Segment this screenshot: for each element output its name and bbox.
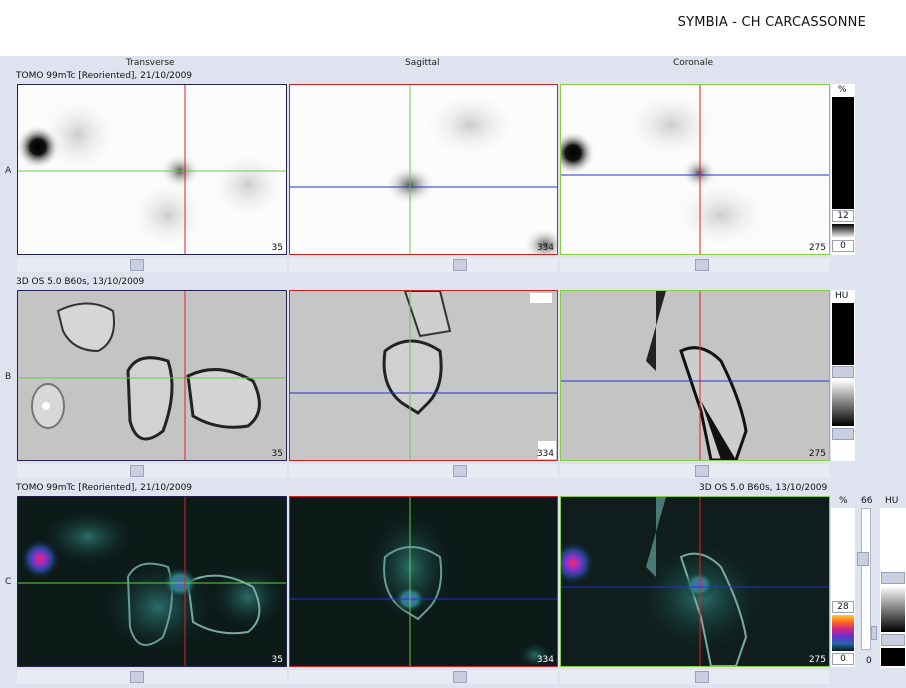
slice-number: 275 <box>808 243 826 253</box>
column-label-sagittal: Sagittal <box>405 58 440 68</box>
scale-gradient <box>832 615 854 651</box>
scale-unit-label: HU <box>835 291 849 301</box>
viewport-b-coronale[interactable]: 275 <box>560 290 830 461</box>
scale-unit-label-hu: HU <box>885 496 899 506</box>
viewport-a-coronale[interactable]: 275 <box>560 84 830 255</box>
gray-scale-b[interactable]: HU <box>831 290 855 461</box>
scale-gradient <box>832 224 854 238</box>
blend-value-label: 66 <box>861 496 873 506</box>
viewport-c-coronale[interactable]: 275 <box>560 496 830 667</box>
slice-slider-b-coronale[interactable] <box>560 464 830 478</box>
scale-bar-top <box>881 510 905 570</box>
viewport-b-transverse[interactable]: 35 <box>17 290 287 461</box>
scale-unit-label: % <box>838 85 847 95</box>
scale-min-value[interactable]: 0 <box>832 653 854 665</box>
slider-thumb[interactable] <box>695 465 709 477</box>
blend-thumb-secondary[interactable] <box>871 626 877 640</box>
window-handle-bottom[interactable] <box>881 634 905 646</box>
header-bar: SYMBIA - CH CARCASSONNE <box>0 0 906 56</box>
scale-bar <box>832 509 854 599</box>
viewport-a-transverse[interactable]: 35 <box>17 84 287 255</box>
viewport-c-sagittal[interactable]: 334 <box>289 496 558 667</box>
slider-thumb[interactable] <box>453 671 467 683</box>
slice-number: 334 <box>536 449 554 459</box>
row-letter-a: A <box>5 166 12 176</box>
slider-thumb[interactable] <box>453 465 467 477</box>
slice-number: 35 <box>271 655 283 665</box>
slice-number: 35 <box>271 243 283 253</box>
slider-thumb[interactable] <box>453 259 467 271</box>
window-handle-top[interactable] <box>881 572 905 584</box>
scale-min-value[interactable]: 0 <box>832 240 854 252</box>
column-label-transverse: Transverse <box>126 58 175 68</box>
scale-bar-bottom <box>881 648 905 666</box>
scale-gradient <box>881 586 905 632</box>
blend-min-label: 0 <box>866 656 872 666</box>
slice-number: 275 <box>808 655 826 665</box>
scale-bar <box>832 97 854 209</box>
color-scale-c[interactable]: 28 0 <box>831 508 855 667</box>
window-handle-bottom[interactable] <box>832 428 854 440</box>
slider-thumb[interactable] <box>130 465 144 477</box>
blend-track <box>861 508 871 650</box>
row-letter-c: C <box>5 577 12 587</box>
slider-thumb[interactable] <box>130 671 144 683</box>
row-c-series-info-right: 3D OS 5.0 B60s, 13/10/2009 <box>699 483 828 493</box>
slice-slider-b-sagittal[interactable] <box>289 464 558 478</box>
slice-number: 35 <box>271 449 283 459</box>
slice-number: 334 <box>536 243 554 253</box>
scale-bar-top <box>832 303 854 365</box>
scale-gradient <box>832 380 854 426</box>
slice-slider-c-sagittal[interactable] <box>289 670 558 684</box>
slice-slider-c-transverse[interactable] <box>17 670 287 684</box>
slice-slider-a-coronale[interactable] <box>560 258 830 272</box>
viewport-a-sagittal[interactable]: 334 <box>289 84 558 255</box>
row-b-series-info: 3D OS 5.0 B60s, 13/10/2009 <box>16 277 145 287</box>
slice-number: 275 <box>808 449 826 459</box>
column-label-coronale: Coronale <box>673 58 714 68</box>
row-a-series-info: TOMO 99mTc [Reoriented], 21/10/2009 <box>16 71 193 81</box>
slice-slider-c-coronale[interactable] <box>560 670 830 684</box>
gray-scale-c[interactable] <box>880 508 906 668</box>
row-letter-b: B <box>5 372 12 382</box>
slider-thumb[interactable] <box>130 259 144 271</box>
window-handle-top[interactable] <box>832 366 854 378</box>
blend-thumb[interactable] <box>857 552 869 566</box>
viewport-b-sagittal[interactable]: 334 <box>289 290 558 461</box>
viewport-c-transverse[interactable]: 35 <box>17 496 287 667</box>
slice-number: 334 <box>536 655 554 665</box>
slice-slider-a-transverse[interactable] <box>17 258 287 272</box>
slice-slider-a-sagittal[interactable] <box>289 258 558 272</box>
color-scale-a[interactable]: % 12 0 <box>831 84 855 255</box>
slice-slider-b-transverse[interactable] <box>17 464 287 478</box>
blend-slider[interactable] <box>857 508 877 660</box>
scale-unit-label-pct: % <box>839 496 848 506</box>
scale-max-value[interactable]: 12 <box>832 210 854 222</box>
slider-thumb[interactable] <box>695 259 709 271</box>
site-title: SYMBIA - CH CARCASSONNE <box>677 15 866 30</box>
scale-max-value[interactable]: 28 <box>832 601 854 613</box>
row-c-series-info-left: TOMO 99mTc [Reoriented], 21/10/2009 <box>16 483 193 493</box>
slider-thumb[interactable] <box>695 671 709 683</box>
